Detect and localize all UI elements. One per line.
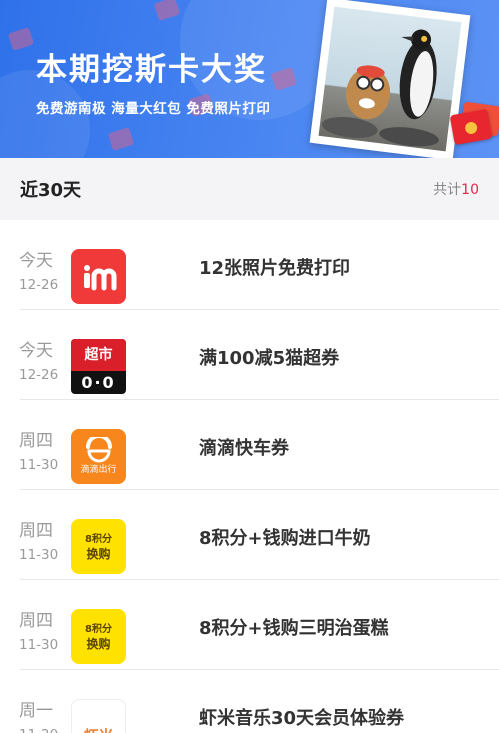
item-title: 虾米音乐30天会员体验券: [199, 708, 405, 729]
period-label: 近30天: [20, 180, 82, 201]
item-title: 满100减5猫超券: [199, 348, 340, 369]
item-title: 8积分+钱购三明治蛋糕: [199, 618, 389, 639]
item-day: 周四: [19, 431, 53, 451]
list-item[interactable]: 今天 12-26 超市 0·0 满100减5猫超券: [0, 310, 499, 400]
banner-subtitle: 免费游南极 海量大红包 免费照片打印: [36, 101, 271, 117]
points-icon-line1: 8积分: [85, 623, 112, 635]
list-item[interactable]: 周四 11-30 8积分 换购 8积分+钱购三明治蛋糕: [0, 580, 499, 670]
penguin-icon: [321, 29, 439, 147]
item-date: 11-20: [19, 727, 58, 733]
points-icon-line1: 8积分: [85, 533, 112, 545]
red-envelope-icon: [7, 27, 35, 51]
section-header: 近30天 共计10: [0, 158, 499, 220]
total-count: 共计10: [433, 179, 479, 199]
list-item[interactable]: 周四 11-30 滴滴出行 滴滴快车券: [0, 400, 499, 490]
total-prefix: 共计: [433, 182, 462, 198]
banner-title: 本期挖斯卡大奖: [36, 52, 267, 88]
tmall-icon-label: 超市: [71, 339, 126, 371]
item-date: 12-26: [19, 277, 59, 293]
points-icon-label: 8积分 换购: [85, 533, 112, 561]
red-packet-icon: [449, 108, 493, 146]
points-exchange-icon: 8积分 换购: [71, 609, 126, 664]
xiami-music-icon: 虾米: [71, 699, 126, 733]
item-date: 11-30: [19, 547, 59, 563]
item-date: 12-26: [19, 367, 59, 383]
points-icon-label: 8积分 换购: [85, 623, 112, 651]
xiami-icon-label: 虾米: [83, 725, 113, 733]
points-exchange-icon: 8积分 换购: [71, 519, 126, 574]
list-item[interactable]: 周一 11-20 虾米 虾米音乐30天会员体验券: [0, 670, 499, 733]
list-item[interactable]: 今天 12-26 12张照片免费打印: [0, 220, 499, 310]
tmall-icon-eyes: 0·0: [81, 373, 116, 392]
item-title: 滴滴快车券: [199, 438, 289, 459]
list-item[interactable]: 周四 11-30 8积分 换购 8积分+钱购进口牛奶: [0, 490, 499, 580]
item-day: 今天: [19, 251, 53, 271]
red-envelope-icon: [153, 0, 181, 21]
item-day: 周一: [19, 701, 53, 721]
item-title: 12张照片免费打印: [199, 258, 351, 279]
penguin-photo: [309, 0, 471, 158]
red-envelope-icon: [107, 127, 135, 151]
item-day: 周四: [19, 521, 53, 541]
item-date: 11-30: [19, 457, 59, 473]
total-count-value: 10: [461, 182, 479, 198]
penguin-photo-image: [318, 6, 462, 152]
item-date: 11-30: [19, 637, 59, 653]
promo-banner[interactable]: 本期挖斯卡大奖 免费游南极 海量大红包 免费照片打印: [0, 0, 499, 158]
photo-print-app-icon: [71, 249, 126, 304]
item-title: 8积分+钱购进口牛奶: [199, 528, 371, 549]
didi-icon: 滴滴出行: [71, 429, 126, 484]
points-icon-line2: 换购: [86, 636, 111, 651]
didi-icon-label: 滴滴出行: [80, 465, 117, 475]
item-day: 今天: [19, 341, 53, 361]
reward-list: 今天 12-26 12张照片免费打印 今天 12-26 超市 0·0 满100减…: [0, 220, 499, 733]
tmall-supermarket-icon: 超市 0·0: [71, 339, 126, 394]
item-day: 周四: [19, 611, 53, 631]
points-icon-line2: 换购: [86, 546, 111, 561]
